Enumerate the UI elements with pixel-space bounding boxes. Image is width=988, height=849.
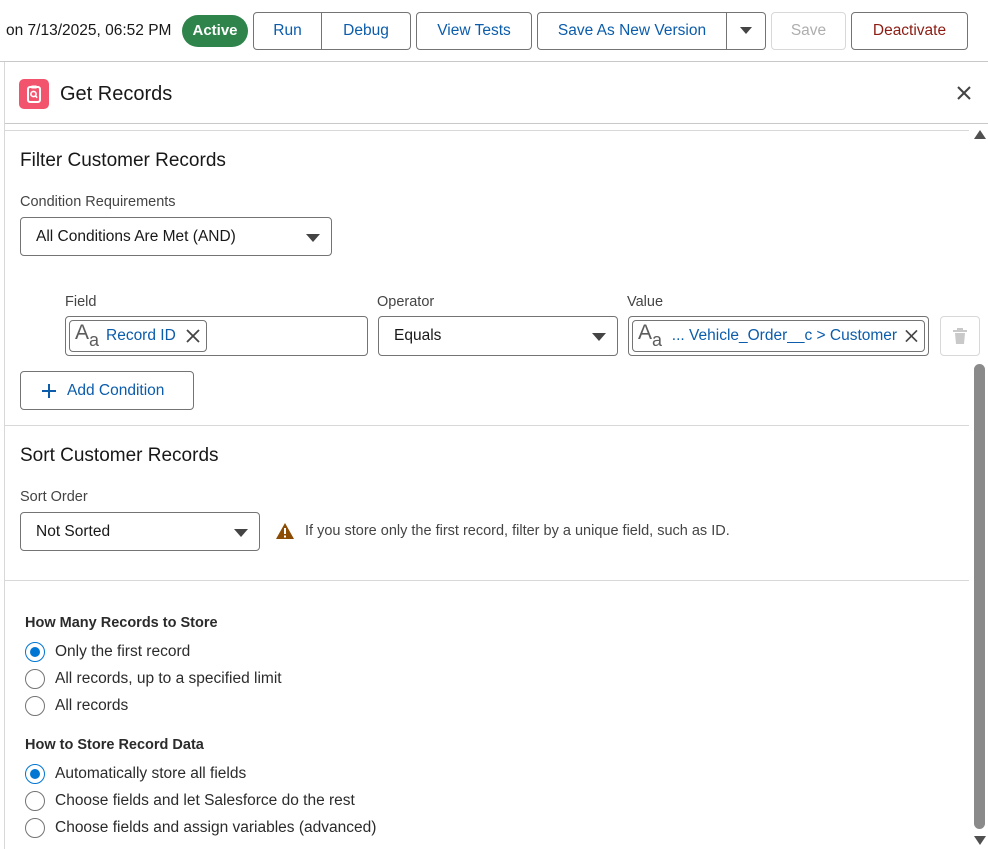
add-condition-button[interactable]: Add Condition <box>20 371 194 410</box>
how-many-records-label: How Many Records to Store <box>25 615 218 631</box>
radio-label: Choose fields and assign variables (adva… <box>55 819 377 836</box>
divider <box>5 580 969 581</box>
radio-button[interactable] <box>25 791 45 811</box>
text-type-icon: Aa <box>75 321 100 350</box>
sort-warning-text: If you store only the first record, filt… <box>305 523 730 539</box>
text-type-icon: Aa <box>638 321 663 350</box>
field-pill[interactable]: Aa Record ID <box>69 320 207 352</box>
field-pill-label: Record ID <box>106 327 176 344</box>
field-label: Field <box>65 294 97 310</box>
operator-select[interactable]: Equals <box>378 316 618 356</box>
sort-order-select[interactable]: Not Sorted <box>20 512 260 551</box>
condition-requirements-value: All Conditions Are Met (AND) <box>36 228 236 245</box>
filter-section-title: Filter Customer Records <box>20 150 226 171</box>
panel-title: Get Records <box>60 83 173 105</box>
radio-choose-fields-variables[interactable]: Choose fields and assign variables (adva… <box>25 818 376 838</box>
radio-label: Choose fields and let Salesforce do the … <box>55 792 355 809</box>
panel-header: Get Records <box>5 62 988 124</box>
radio-label: All records, up to a specified limit <box>55 670 282 687</box>
sort-section-title: Sort Customer Records <box>20 445 219 466</box>
chevron-down-icon <box>740 27 752 34</box>
radio-all-records-limit[interactable]: All records, up to a specified limit <box>25 669 282 689</box>
close-icon[interactable] <box>955 84 973 102</box>
radio-only-first-record[interactable]: Only the first record <box>25 642 190 662</box>
operator-value: Equals <box>394 327 442 344</box>
radio-all-records[interactable]: All records <box>25 696 128 716</box>
last-modified-date: on 7/13/2025, 06:52 PM <box>6 22 172 39</box>
divider <box>5 130 969 131</box>
status-badge: Active <box>182 15 248 47</box>
run-button[interactable]: Run <box>253 12 322 50</box>
remove-icon[interactable] <box>905 329 918 343</box>
how-to-store-label: How to Store Record Data <box>25 737 204 753</box>
radio-choose-fields-salesforce[interactable]: Choose fields and let Salesforce do the … <box>25 791 355 811</box>
scroll-up-arrow-icon[interactable] <box>974 130 986 139</box>
scroll-down-arrow-icon[interactable] <box>974 836 986 845</box>
warning-icon <box>276 523 294 539</box>
remove-icon[interactable] <box>186 329 200 343</box>
value-label: Value <box>627 294 664 310</box>
radio-button[interactable] <box>25 818 45 838</box>
radio-label: Only the first record <box>55 643 191 660</box>
value-pill-label: ... Vehicle_Order__c > Customer <box>671 327 898 344</box>
sort-order-value: Not Sorted <box>36 523 111 540</box>
add-condition-label: Add Condition <box>67 381 165 399</box>
scrollbar-thumb[interactable] <box>974 364 985 829</box>
trash-icon <box>953 328 967 344</box>
value-pill[interactable]: Aa ... Vehicle_Order__c > Customer <box>632 320 925 352</box>
add-icon <box>42 383 56 398</box>
deactivate-button[interactable]: Deactivate <box>851 12 968 50</box>
value-input[interactable]: Aa ... Vehicle_Order__c > Customer <box>628 316 929 356</box>
radio-button[interactable] <box>25 696 45 716</box>
condition-requirements-select[interactable]: All Conditions Are Met (AND) <box>20 217 332 256</box>
view-tests-button[interactable]: View Tests <box>416 12 532 50</box>
radio-button[interactable] <box>25 642 45 662</box>
debug-button[interactable]: Debug <box>322 12 411 50</box>
chevron-down-icon <box>592 333 606 341</box>
save-as-new-version-button[interactable]: Save As New Version <box>537 12 727 50</box>
operator-label: Operator <box>377 294 435 310</box>
radio-button[interactable] <box>25 764 45 784</box>
radio-auto-store-fields[interactable]: Automatically store all fields <box>25 764 246 784</box>
chevron-down-icon <box>234 529 248 537</box>
flow-toolbar: on 7/13/2025, 06:52 PM Active Run Debug … <box>0 0 988 62</box>
radio-button[interactable] <box>25 669 45 689</box>
radio-label: All records <box>55 697 129 714</box>
radio-label: Automatically store all fields <box>55 765 247 782</box>
field-input[interactable]: Aa Record ID <box>65 316 368 356</box>
save-menu-button[interactable] <box>727 12 766 50</box>
condition-requirements-label: Condition Requirements <box>20 194 176 210</box>
chevron-down-icon <box>306 234 320 242</box>
sort-warning: If you store only the first record, filt… <box>275 522 730 540</box>
sort-order-label: Sort Order <box>20 489 88 505</box>
element-properties-panel: Get Records Filter Customer Records Cond… <box>4 62 988 849</box>
divider <box>5 425 969 426</box>
save-button[interactable]: Save <box>771 12 846 50</box>
get-records-icon <box>19 79 49 109</box>
